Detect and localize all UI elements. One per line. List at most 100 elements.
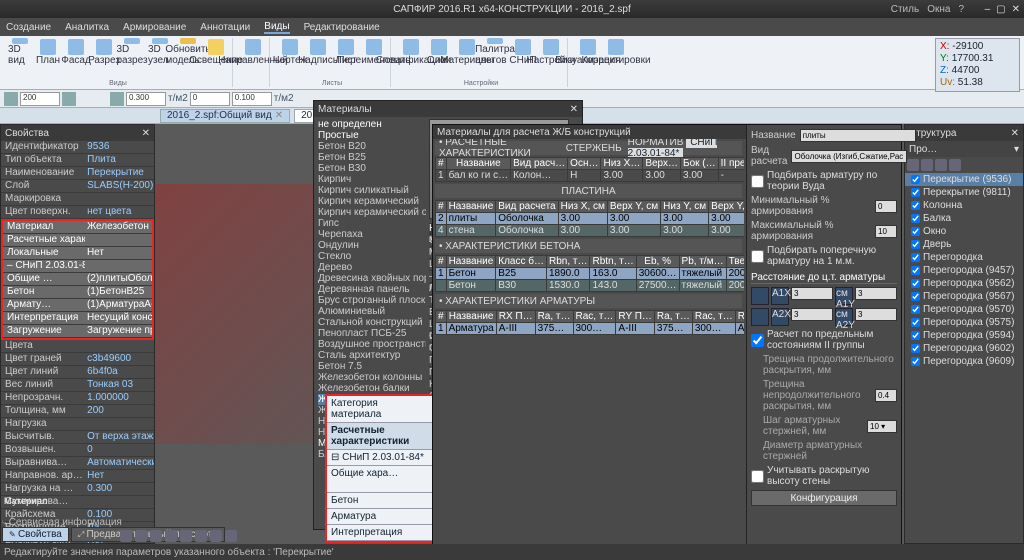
- rot-field[interactable]: 200: [20, 92, 60, 106]
- sheet-icon: [338, 39, 354, 55]
- section-bar: • РАСЧЕТНЫЕ ХАРАКТЕРИСТИКИ СТЕРЖЕНЬ НОРМ…: [435, 141, 742, 155]
- midpoint-icon[interactable]: [165, 530, 177, 542]
- ribbon-3dview[interactable]: 3D вид: [8, 38, 32, 66]
- info-icon[interactable]: [225, 530, 237, 542]
- close-icon[interactable]: ✕: [570, 104, 578, 115]
- menu-item[interactable]: Армирование: [123, 22, 186, 33]
- val-b[interactable]: 0: [190, 92, 230, 106]
- a1x-field[interactable]: [791, 287, 833, 300]
- structure-tree[interactable]: Перекрытие (9536)Перекрытие (9811)Колонн…: [905, 173, 1023, 543]
- ribbon-group-viz: Визуализация Корректировки: [572, 38, 632, 87]
- ribbon-direct[interactable]: Направленный: [241, 38, 265, 66]
- table-rebar[interactable]: #НазваниеRX П…Ra, т…Rac, т…RY П…Ra, т…Ra…: [435, 310, 744, 335]
- armature-a1-icon[interactable]: [751, 287, 769, 305]
- chk-limit2[interactable]: Расчет по предельным состояниям II групп…: [751, 329, 897, 351]
- section-icon: [96, 39, 112, 55]
- properties-grid[interactable]: Идентификатор9536Тип объектаПлитаНаимено…: [1, 141, 154, 543]
- snap-icon[interactable]: [135, 530, 147, 542]
- max-field[interactable]: [875, 225, 897, 238]
- arrow-down-icon[interactable]: [62, 92, 76, 106]
- app-title: САПФИР 2016.R1 x64-КОНСТРУКЦИИ - 2016_2.…: [393, 4, 631, 15]
- ribbon-palette[interactable]: Палитра цветов: [483, 38, 507, 66]
- gear-icon: [543, 39, 559, 55]
- dialog-title: Материалы для расчета Ж/Б конструкций: [437, 127, 631, 138]
- drawing-icon: [282, 39, 298, 55]
- section-bar: • ХАРАКТЕРИСТИКИ АРМАТУРЫ: [435, 294, 742, 308]
- menu-item[interactable]: Аннотации: [200, 22, 250, 33]
- dim-icon[interactable]: [210, 530, 222, 542]
- eye-icon[interactable]: [921, 159, 933, 171]
- close-tab-icon[interactable]: ✕: [275, 110, 283, 121]
- endpoint-icon[interactable]: [180, 530, 192, 542]
- load-field[interactable]: 0.300: [126, 92, 166, 106]
- ribbon-group-sheets: Чертеж Надпись Лист Переименовать Листы: [274, 38, 391, 87]
- arrow-icon: [245, 39, 261, 55]
- step-select[interactable]: [867, 420, 897, 433]
- doc-tab[interactable]: 2016_2.spf:Общий вид✕: [160, 109, 290, 123]
- statusbar: Редактируйте значения параметров указанн…: [0, 544, 1024, 560]
- table-plate[interactable]: #НазваниеВид расчетаНиз Х, смВерх Y, смН…: [435, 200, 744, 237]
- armature-a2-icon[interactable]: [751, 308, 769, 326]
- unit-label2: т/м2: [274, 93, 294, 104]
- chk-trans[interactable]: Подбирать поперечную арматуру на 1 м.м.: [751, 245, 897, 267]
- ribbon-group-views: 3D вид План Фасад Разрез 3D разрез 3D уз…: [4, 38, 233, 87]
- ribbon-facade[interactable]: Фасад: [64, 38, 88, 66]
- title-right-hints: Стиль Окна ?: [891, 4, 964, 15]
- val-c[interactable]: 0.100: [232, 92, 272, 106]
- bottom-tab-properties[interactable]: ✎ Свойства: [2, 527, 69, 542]
- menu-item[interactable]: Аналитка: [65, 22, 109, 33]
- grid-icon[interactable]: [120, 530, 132, 542]
- sun-icon: [208, 39, 224, 55]
- ribbon-3dsection[interactable]: 3D разрез: [120, 38, 144, 66]
- section-bar: • ХАРАКТЕРИСТИКИ БЕТОНА: [435, 239, 742, 253]
- rename-icon: [366, 39, 382, 55]
- a1y-field[interactable]: [855, 287, 897, 300]
- calc-type-select[interactable]: [791, 150, 907, 163]
- facade-icon: [68, 39, 84, 55]
- section-bar: ПЛАСТИНА: [435, 184, 742, 198]
- close-icon[interactable]: ✕: [142, 128, 150, 139]
- close-icon[interactable]: ✕: [1012, 4, 1020, 15]
- chk-wood[interactable]: Подбирать арматуру по теории Вуда: [751, 170, 897, 192]
- config-button[interactable]: Конфигурация: [751, 490, 897, 506]
- ribbon-specs[interactable]: Спецификации: [399, 38, 423, 66]
- eye-icon: [580, 39, 596, 55]
- menu-item[interactable]: Создание: [6, 22, 51, 33]
- ortho-icon[interactable]: [150, 530, 162, 542]
- weight-icon[interactable]: [110, 92, 124, 106]
- refresh-icon[interactable]: [949, 159, 961, 171]
- rot-icon[interactable]: [4, 92, 18, 106]
- menu-item[interactable]: Редактирование: [304, 22, 380, 33]
- ribbon-label[interactable]: Надпись: [306, 38, 330, 66]
- minimize-icon[interactable]: –: [985, 4, 991, 15]
- ribbon-section[interactable]: Разрез: [92, 38, 116, 66]
- menu-item-active[interactable]: Виды: [264, 21, 289, 34]
- menubar: Создание Аналитка Армирование Аннотации …: [0, 18, 1024, 36]
- maximize-icon[interactable]: ▢: [996, 4, 1005, 15]
- titlebar: САПФИР 2016.R1 x64-КОНСТРУКЦИИ - 2016_2.…: [0, 0, 1024, 18]
- chk-wall-height[interactable]: Учитывать раскрытую высоту стены: [751, 465, 897, 487]
- plan-icon: [40, 39, 56, 55]
- unit-label: т/м2: [168, 93, 188, 104]
- crack-field[interactable]: [875, 389, 897, 402]
- ribbon-group-settings: Спецификации Слои Материалы Палитра цвет…: [395, 38, 568, 87]
- gear-icon[interactable]: [935, 159, 947, 171]
- close-icon[interactable]: ✕: [1011, 128, 1019, 139]
- layers-icon: [431, 39, 447, 55]
- min-field[interactable]: [875, 200, 897, 213]
- table-concrete[interactable]: #НазваниеКласс б…Rbn, т…Rbtn, т…Eb, %Pb,…: [435, 255, 744, 292]
- layer-icon[interactable]: [195, 530, 207, 542]
- table-calc-props[interactable]: #НазваниеВид расч…Осн…Низ Х…Верх…Бок (…I…: [435, 157, 744, 182]
- service-info-bar[interactable]: ⤷ Сервисная информация: [2, 517, 122, 528]
- bookmark-icon: [515, 39, 531, 55]
- a2x-field[interactable]: [791, 308, 833, 321]
- ribbon-plan[interactable]: План: [36, 38, 60, 66]
- name-input[interactable]: [800, 129, 916, 142]
- ribbon-adjust[interactable]: Корректировки: [604, 38, 628, 66]
- structure-panel: Структура✕ Про…▾ Перекрытие (9536)Перекр…: [904, 124, 1024, 544]
- window-buttons: – ▢ ✕: [985, 4, 1020, 15]
- armature-icons2: A2X см A2Y: [751, 308, 897, 326]
- a2y-field[interactable]: [855, 308, 897, 321]
- chevron-down-icon[interactable]: ▾: [1014, 144, 1019, 155]
- filter-icon[interactable]: [907, 159, 919, 171]
